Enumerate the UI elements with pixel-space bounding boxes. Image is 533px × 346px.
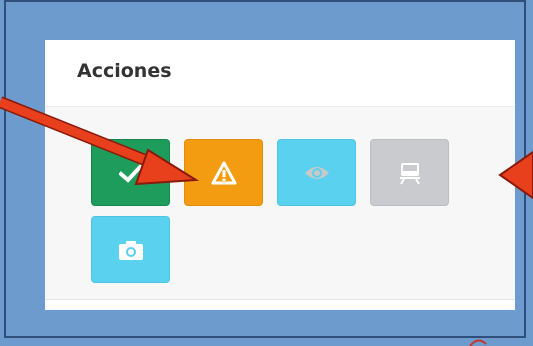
check-icon — [118, 162, 143, 183]
eye-icon — [304, 164, 330, 182]
approve-button[interactable] — [91, 139, 170, 206]
train-icon — [398, 161, 422, 185]
panel-header: Acciones — [45, 40, 515, 107]
annotation-mark-bottom — [469, 339, 487, 346]
view-button[interactable] — [277, 139, 356, 206]
actions-panel: Acciones — [45, 40, 515, 310]
actions-button-group — [45, 107, 515, 300]
warning-icon — [211, 161, 237, 185]
camera-icon — [118, 239, 144, 261]
warning-button[interactable] — [184, 139, 263, 206]
photo-button[interactable] — [91, 216, 170, 283]
train-button[interactable] — [370, 139, 449, 206]
panel-title: Acciones — [77, 60, 172, 82]
